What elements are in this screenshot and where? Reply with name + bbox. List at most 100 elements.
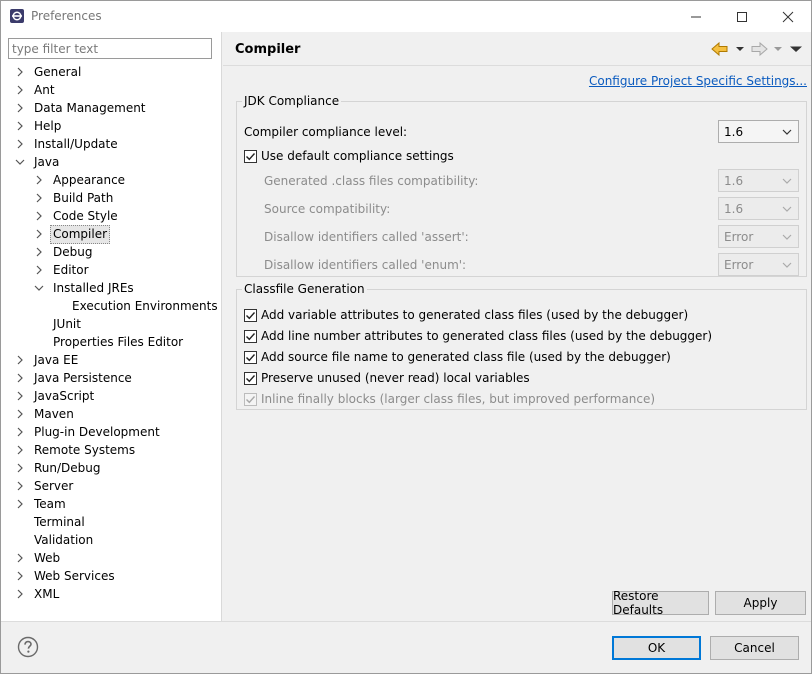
tree-item[interactable]: Compiler bbox=[31, 224, 111, 244]
classfile-option-checkbox[interactable] bbox=[244, 329, 257, 343]
tree-item[interactable]: Build Path bbox=[31, 189, 116, 207]
use-default-row[interactable]: Use default compliance settings bbox=[244, 145, 454, 167]
back-history-dropdown-icon[interactable] bbox=[735, 41, 745, 57]
chevron-down-icon[interactable] bbox=[12, 153, 28, 171]
chevron-right-icon[interactable] bbox=[31, 243, 47, 261]
forward-arrow-icon[interactable] bbox=[750, 41, 768, 57]
tree-item[interactable]: Appearance bbox=[31, 171, 128, 189]
classfile-option-checkbox[interactable] bbox=[244, 371, 257, 385]
tree-item[interactable]: Maven bbox=[12, 405, 77, 423]
source-compat-row: Source compatibility: bbox=[264, 198, 390, 220]
tree-item[interactable]: JavaScript bbox=[12, 387, 97, 405]
tree-item[interactable]: Plug-in Development bbox=[12, 423, 163, 441]
tree-item-label: Terminal bbox=[34, 514, 85, 529]
chevron-right-icon[interactable] bbox=[12, 351, 28, 369]
tree-item[interactable]: Run/Debug bbox=[12, 459, 104, 477]
tree-item[interactable]: Execution Environments bbox=[50, 297, 221, 315]
use-default-checkbox[interactable] bbox=[244, 149, 257, 163]
cancel-button[interactable]: Cancel bbox=[710, 636, 799, 660]
ok-button[interactable]: OK bbox=[612, 636, 701, 660]
tree-item[interactable]: Java Persistence bbox=[12, 369, 135, 387]
chevron-right-icon[interactable] bbox=[31, 261, 47, 279]
chevron-down-icon bbox=[782, 129, 792, 135]
tree-item[interactable]: JUnit bbox=[31, 315, 84, 333]
help-icon[interactable] bbox=[17, 636, 39, 658]
classfile-option-row[interactable]: Preserve unused (never read) local varia… bbox=[244, 367, 530, 389]
chevron-right-icon[interactable] bbox=[12, 549, 28, 567]
configure-project-settings-link[interactable]: Configure Project Specific Settings... bbox=[589, 74, 807, 88]
tree-item[interactable]: Code Style bbox=[31, 207, 121, 225]
chevron-down-icon bbox=[782, 234, 792, 240]
filter-input[interactable] bbox=[8, 38, 212, 59]
tree-item-label: JUnit bbox=[53, 316, 81, 331]
chevron-right-icon[interactable] bbox=[12, 459, 28, 477]
compliance-level-value: 1.6 bbox=[724, 124, 744, 139]
tree-item[interactable]: Web Services bbox=[12, 567, 118, 585]
chevron-right-icon[interactable] bbox=[31, 225, 47, 243]
classfile-option-checkbox[interactable] bbox=[244, 350, 257, 364]
tree-item[interactable]: Terminal bbox=[12, 513, 88, 531]
chevron-right-icon[interactable] bbox=[12, 135, 28, 153]
preferences-dialog: Preferences General Ant Data Management Hel… bbox=[0, 0, 812, 674]
back-arrow-icon[interactable] bbox=[711, 41, 729, 57]
classfile-generation-legend: Classfile Generation bbox=[244, 282, 365, 296]
chevron-right-icon[interactable] bbox=[31, 189, 47, 207]
chevron-right-icon[interactable] bbox=[31, 207, 47, 225]
chevron-right-icon[interactable] bbox=[12, 477, 28, 495]
tree-item[interactable]: Java bbox=[12, 153, 62, 171]
apply-button[interactable]: Apply bbox=[715, 591, 806, 615]
tree-item[interactable]: Install/Update bbox=[12, 135, 121, 153]
tree-item[interactable]: General bbox=[12, 63, 84, 81]
enum-row: Disallow identifiers called 'enum': bbox=[264, 254, 466, 276]
chevron-right-icon[interactable] bbox=[12, 585, 28, 603]
maximize-button[interactable] bbox=[719, 1, 765, 32]
chevron-right-icon[interactable] bbox=[12, 81, 28, 99]
chevron-right-icon[interactable] bbox=[12, 387, 28, 405]
tree-item-label: Installed JREs bbox=[53, 280, 134, 295]
chevron-right-icon[interactable] bbox=[12, 63, 28, 81]
chevron-right-icon[interactable] bbox=[12, 495, 28, 513]
close-button[interactable] bbox=[765, 1, 811, 32]
tree-item[interactable]: Debug bbox=[31, 243, 95, 261]
chevron-right-icon[interactable] bbox=[12, 405, 28, 423]
minimize-button[interactable] bbox=[673, 1, 719, 32]
tree-item[interactable]: Validation bbox=[12, 531, 96, 549]
classfile-option-row[interactable]: Add variable attributes to generated cla… bbox=[244, 304, 688, 326]
tree-item[interactable]: Editor bbox=[31, 261, 92, 279]
chevron-right-icon[interactable] bbox=[12, 423, 28, 441]
chevron-right-icon[interactable] bbox=[12, 441, 28, 459]
tree-item[interactable]: Web bbox=[12, 549, 63, 567]
tree-item-label: Ant bbox=[34, 82, 55, 97]
chevron-right-icon[interactable] bbox=[31, 171, 47, 189]
compliance-level-select[interactable]: 1.6 bbox=[718, 120, 799, 143]
chevron-right-icon[interactable] bbox=[12, 117, 28, 135]
chevron-right-icon[interactable] bbox=[12, 369, 28, 387]
chevron-down-icon bbox=[782, 206, 792, 212]
tree-item[interactable]: Help bbox=[12, 117, 64, 135]
classfile-option-checkbox[interactable] bbox=[244, 308, 257, 322]
tree-item[interactable]: Team bbox=[12, 495, 69, 513]
chevron-right-icon[interactable] bbox=[12, 567, 28, 585]
chevron-down-icon[interactable] bbox=[31, 279, 47, 297]
classfile-option-row[interactable]: Add line number attributes to generated … bbox=[244, 325, 712, 347]
checkmark-icon bbox=[246, 152, 256, 160]
chevron-right-icon[interactable] bbox=[12, 99, 28, 117]
classfile-option-row[interactable]: Add source file name to generated class … bbox=[244, 346, 671, 368]
tree-item[interactable]: Data Management bbox=[12, 99, 149, 117]
tree-item[interactable]: Server bbox=[12, 477, 76, 495]
generated-compat-select: 1.6 bbox=[718, 169, 799, 192]
restore-defaults-button[interactable]: Restore Defaults bbox=[612, 589, 709, 617]
tree-item-label: Editor bbox=[53, 262, 89, 277]
view-menu-icon[interactable] bbox=[789, 41, 803, 57]
tree-item-label: Plug-in Development bbox=[34, 424, 160, 439]
tree-item[interactable]: Java EE bbox=[12, 351, 81, 369]
checkmark-icon bbox=[246, 374, 256, 382]
forward-history-dropdown-icon[interactable] bbox=[773, 41, 783, 57]
tree-item[interactable]: Remote Systems bbox=[12, 441, 138, 459]
page-title: Compiler bbox=[235, 42, 301, 57]
tree-item[interactable]: Properties Files Editor bbox=[31, 333, 186, 351]
tree-item[interactable]: Ant bbox=[12, 81, 58, 99]
tree-item[interactable]: Installed JREs bbox=[31, 279, 137, 297]
tree-item[interactable]: XML bbox=[12, 585, 62, 603]
